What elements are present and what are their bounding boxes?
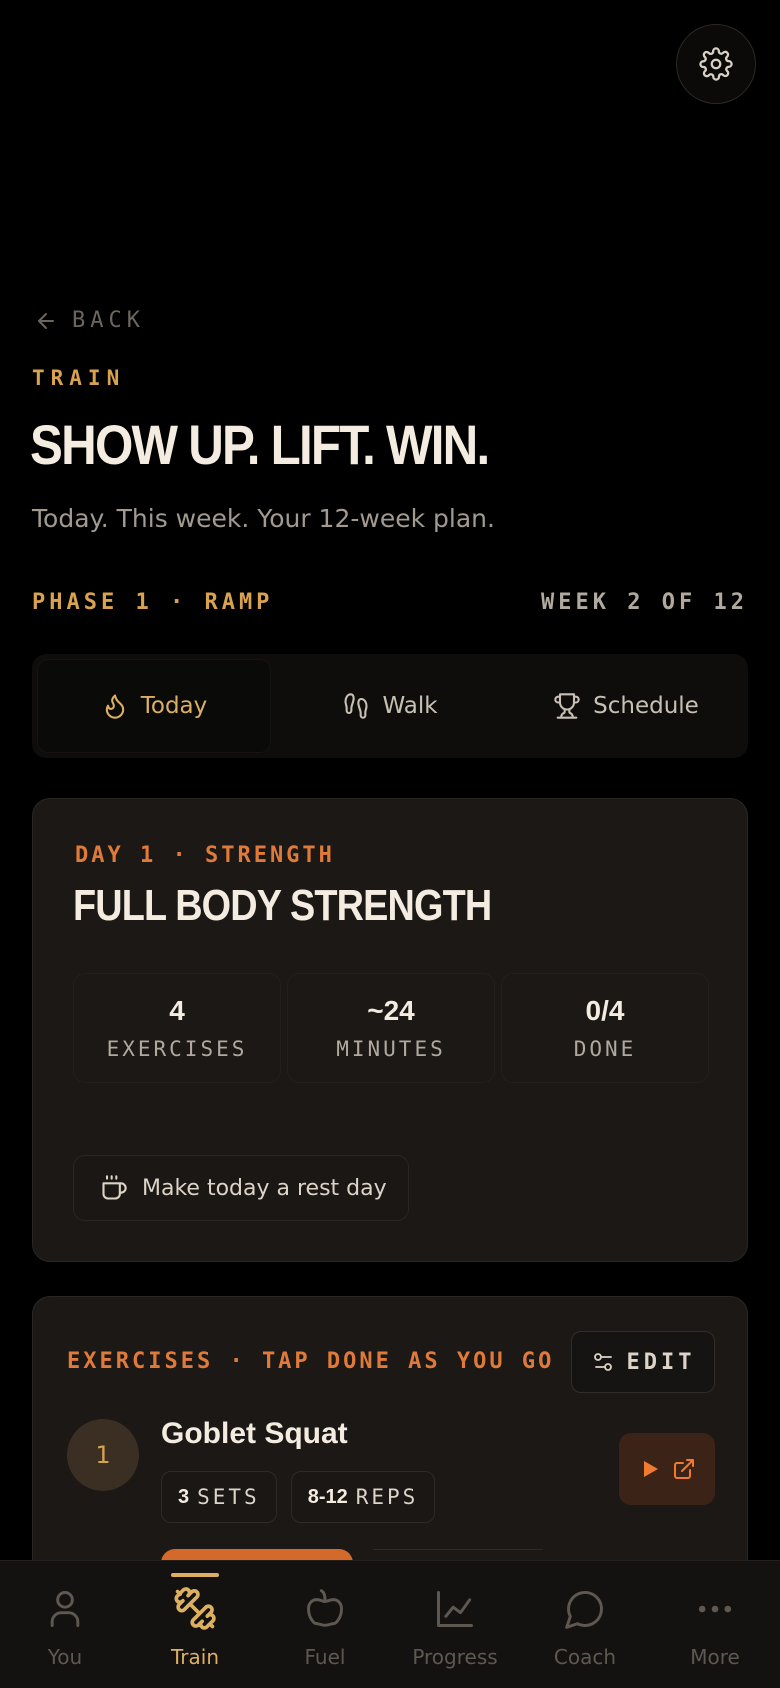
settings-button[interactable] <box>676 24 756 104</box>
back-label: BACK <box>72 308 145 333</box>
tab-label: Today <box>140 693 208 719</box>
stat-label: MINUTES <box>336 1037 446 1061</box>
nav-progress[interactable]: Progress <box>390 1561 520 1688</box>
more-icon <box>698 1605 732 1613</box>
apple-icon <box>307 1589 343 1627</box>
rest-day-label: Make today a rest day <box>142 1175 387 1201</box>
nav-train[interactable]: Train <box>130 1561 260 1688</box>
nav-label: Coach <box>553 1645 617 1669</box>
stat-value: ~24 <box>367 995 415 1026</box>
exercise-name: Goblet Squat <box>161 1417 348 1450</box>
tab-bar: Today Walk Schedule <box>32 654 748 758</box>
stat-done: 0/4 DONE <box>501 973 709 1083</box>
reps-value: 8-12 <box>307 1485 348 1508</box>
workout-card: DAY 1 · STRENGTH FULL BODY STRENGTH 4 EX… <box>32 798 748 1262</box>
page-title: SHOW UP. LIFT. WIN. <box>30 413 490 476</box>
sliders-icon <box>593 1353 612 1371</box>
exercise-chips: 3 SETS 8-12 REPS <box>161 1471 436 1523</box>
week-label: WEEK 2 OF 12 <box>541 590 748 615</box>
reps-unit: REPS <box>355 1485 419 1509</box>
nav-coach[interactable]: Coach <box>520 1561 650 1688</box>
stat-label: DONE <box>573 1037 637 1061</box>
nav-more[interactable]: More <box>650 1561 780 1688</box>
section-eyebrow: TRAIN <box>32 366 126 390</box>
person-icon <box>50 1591 80 1627</box>
workout-title: FULL BODY STRENGTH <box>73 881 492 930</box>
arrow-left-icon <box>38 312 54 329</box>
nav-label: You <box>47 1645 83 1669</box>
external-link-icon <box>674 1459 694 1479</box>
nav-label: Fuel <box>304 1645 346 1669</box>
exercises-header: EXERCISES · TAP DONE AS YOU GO <box>67 1349 555 1374</box>
tab-today[interactable]: Today <box>38 660 270 752</box>
stat-value: 4 <box>169 995 185 1026</box>
phase-label: PHASE 1 · RAMP <box>32 590 274 615</box>
reps-chip: 8-12 REPS <box>290 1471 436 1523</box>
active-indicator <box>171 1573 219 1577</box>
footprints-icon <box>344 693 369 719</box>
nav-label: More <box>690 1645 740 1669</box>
coffee-icon <box>102 1175 127 1200</box>
nav-fuel[interactable]: Fuel <box>260 1561 390 1688</box>
sets-chip: 3 SETS <box>161 1471 277 1523</box>
tab-walk[interactable]: Walk <box>274 660 506 752</box>
exercise-number: 1 <box>67 1419 139 1491</box>
sets-unit: SETS <box>197 1485 260 1509</box>
bottom-nav: You Train Fuel Progress Coach More <box>0 1560 780 1688</box>
sets-value: 3 <box>178 1485 190 1508</box>
back-button[interactable]: BACK <box>34 308 145 333</box>
chart-icon <box>437 1591 473 1627</box>
tab-label: Schedule <box>593 693 699 719</box>
play-icon <box>644 1461 658 1477</box>
gear-icon <box>699 47 733 81</box>
nav-you[interactable]: You <box>0 1561 130 1688</box>
workout-stats: 4 EXERCISES ~24 MINUTES 0/4 DONE <box>73 973 709 1083</box>
chat-icon <box>565 1591 603 1629</box>
stat-label: EXERCISES <box>106 1037 248 1061</box>
dumbbell-icon <box>174 1587 216 1630</box>
page-subtitle: Today. This week. Your 12-week plan. <box>32 504 495 533</box>
stat-minutes: ~24 MINUTES <box>287 973 495 1083</box>
stat-value: 0/4 <box>585 995 625 1026</box>
tab-schedule[interactable]: Schedule <box>510 660 742 752</box>
nav-label: Train <box>171 1645 219 1669</box>
nav-label: Progress <box>412 1645 498 1669</box>
day-label: DAY 1 · STRENGTH <box>75 843 335 868</box>
stat-exercises: 4 EXERCISES <box>73 973 281 1083</box>
tab-label: Walk <box>382 693 438 719</box>
rest-day-button[interactable]: Make today a rest day <box>73 1155 409 1221</box>
edit-label: EDIT <box>626 1349 696 1375</box>
edit-button[interactable]: EDIT <box>571 1331 715 1393</box>
watch-video-button[interactable] <box>619 1433 715 1505</box>
flame-icon <box>105 694 124 719</box>
trophy-icon <box>554 693 580 719</box>
